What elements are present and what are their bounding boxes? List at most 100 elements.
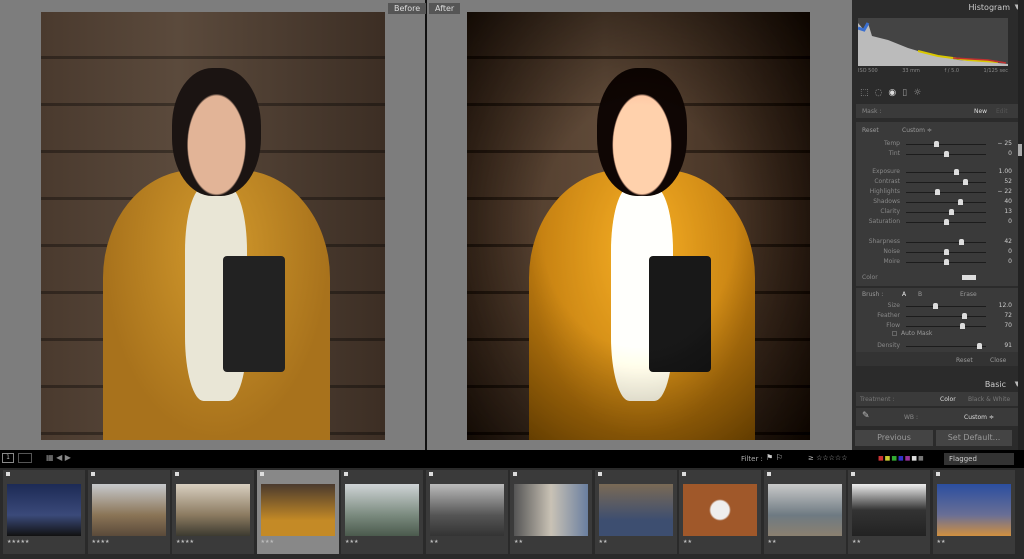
slider-thumb[interactable] xyxy=(944,151,949,157)
slider-thumb[interactable] xyxy=(963,179,969,185)
slider-thumb[interactable] xyxy=(960,323,965,329)
wb-dropdown[interactable]: Custom ≑ xyxy=(964,414,994,421)
filmstrip-thumbnail[interactable]: ★★★ xyxy=(341,470,423,554)
slider-value[interactable]: 52 xyxy=(1004,178,1012,185)
slider-contrast[interactable]: Contrast 52 xyxy=(856,178,1018,188)
slider-value[interactable]: 12.0 xyxy=(999,302,1012,309)
flag-icon[interactable] xyxy=(175,472,179,476)
thumbnail-rating[interactable]: ★★★ xyxy=(261,539,274,545)
thumbnail-rating[interactable]: ★★ xyxy=(852,539,861,545)
slider-thumb[interactable] xyxy=(932,303,938,309)
after-photo[interactable] xyxy=(467,12,810,440)
filmstrip-thumbnail[interactable]: ★★ xyxy=(679,470,761,554)
effect-reset[interactable]: Reset xyxy=(862,127,879,134)
filmstrip-thumbnail[interactable]: ★★ xyxy=(763,470,846,554)
filmstrip-thumbnail[interactable]: ★★ xyxy=(848,470,930,554)
thumbnail-rating[interactable]: ★★★★★ xyxy=(7,539,29,545)
slider-thumb[interactable] xyxy=(976,343,982,349)
slider-temp[interactable]: Temp − 25 xyxy=(856,140,1018,150)
slider-track[interactable] xyxy=(906,249,986,255)
thumbnail-rating[interactable]: ★★ xyxy=(768,539,777,545)
color-label-filter[interactable]: ■■■■■■■ xyxy=(878,455,925,462)
thumbnail-rating[interactable]: ★★ xyxy=(430,539,439,545)
graduated-filter-icon[interactable]: ▯ xyxy=(902,88,913,98)
brush-a-button[interactable]: A xyxy=(902,291,906,298)
slider-track[interactable] xyxy=(906,219,986,225)
flag-icon[interactable] xyxy=(935,472,940,476)
slider-thumb[interactable] xyxy=(944,249,949,255)
slider-value[interactable]: 42 xyxy=(1004,238,1012,245)
slider-highlights[interactable]: Highlights − 22 xyxy=(856,188,1018,198)
filmstrip-thumbnail[interactable]: ★★★★ xyxy=(172,470,254,554)
thumbnail-rating[interactable]: ★★ xyxy=(599,539,608,545)
filmstrip-thumbnail[interactable]: ★★ xyxy=(932,470,1015,554)
thumbnail-rating[interactable]: ★★ xyxy=(514,539,523,545)
flag-icon[interactable] xyxy=(682,472,686,476)
flag-icon[interactable] xyxy=(597,472,602,476)
slider-track[interactable] xyxy=(906,199,986,205)
brush-b-button[interactable]: B xyxy=(918,291,922,298)
flag-icon[interactable] xyxy=(344,472,348,476)
flag-icon[interactable] xyxy=(851,472,855,476)
filmstrip-thumbnail[interactable]: ★★ xyxy=(594,470,677,554)
slider-value[interactable]: 70 xyxy=(1004,322,1012,329)
slider-thumb[interactable] xyxy=(935,189,941,195)
slider-value[interactable]: 40 xyxy=(1004,198,1012,205)
slider-thumb[interactable] xyxy=(961,313,967,319)
thumbnail-rating[interactable]: ★★★★ xyxy=(92,539,110,545)
brush-density-slider[interactable]: Density 91 xyxy=(856,342,1018,352)
flag-icon[interactable] xyxy=(513,472,517,476)
mask-new-button[interactable]: New xyxy=(974,108,987,115)
grid-icon[interactable]: ▦ ◀ ▶ xyxy=(46,453,71,462)
rating-filter[interactable]: ≥ ☆☆☆☆☆ xyxy=(808,454,847,462)
brush-size-slider[interactable]: Size 12.0 xyxy=(856,302,1018,312)
previous-button[interactable]: Previous xyxy=(855,430,933,446)
slider-noise[interactable]: Noise 0 xyxy=(856,248,1018,258)
slider-clarity[interactable]: Clarity 13 xyxy=(856,208,1018,218)
color-swatch[interactable] xyxy=(962,275,976,280)
crop-tool-icon[interactable]: ⬚ xyxy=(860,88,875,98)
slider-track[interactable] xyxy=(906,209,986,215)
filmstrip-thumbnail[interactable]: ★★★ xyxy=(256,470,339,554)
slider-value[interactable]: 0 xyxy=(1008,218,1012,225)
thumbnail-rating[interactable]: ★★★ xyxy=(345,539,358,545)
slider-value[interactable]: 13 xyxy=(1004,208,1012,215)
brush-erase-button[interactable]: Erase xyxy=(960,291,977,298)
adjustment-brush-icon[interactable]: ☼ xyxy=(913,88,927,98)
flag-icon[interactable] xyxy=(766,472,771,476)
mask-edit-button[interactable]: Edit xyxy=(996,108,1008,115)
slider-moire[interactable]: Moire 0 xyxy=(856,258,1018,268)
set-default-button[interactable]: Set Default... xyxy=(936,430,1012,446)
filmstrip-thumbnail[interactable]: ★★ xyxy=(510,470,592,554)
slider-track[interactable] xyxy=(906,323,986,329)
slider-tint[interactable]: Tint 0 xyxy=(856,150,1018,160)
slider-track[interactable] xyxy=(906,313,986,319)
slider-value[interactable]: 91 xyxy=(1004,342,1012,349)
thumbnail-rating[interactable]: ★★★★ xyxy=(176,539,194,545)
slider-exposure[interactable]: Exposure 1.00 xyxy=(856,168,1018,178)
brush-flow-slider[interactable]: Flow 70 xyxy=(856,322,1018,332)
slider-thumb[interactable] xyxy=(944,219,949,225)
slider-thumb[interactable] xyxy=(958,199,964,205)
window-1-button[interactable]: 1 xyxy=(2,453,14,463)
slider-sharpness[interactable]: Sharpness 42 xyxy=(856,238,1018,248)
slider-value[interactable]: − 22 xyxy=(997,188,1012,195)
treatment-color[interactable]: Color xyxy=(940,396,956,403)
panel-scrollbar[interactable] xyxy=(1018,0,1024,450)
slider-value[interactable]: 0 xyxy=(1008,150,1012,157)
thumbnail-rating[interactable]: ★★ xyxy=(683,539,692,545)
brush-reset-button[interactable]: Reset xyxy=(956,357,973,364)
flag-icon[interactable] xyxy=(428,472,433,476)
filmstrip-thumbnail[interactable]: ★★★★★ xyxy=(3,470,85,554)
slider-thumb[interactable] xyxy=(934,141,940,147)
slider-track[interactable] xyxy=(906,343,986,349)
brush-close-button[interactable]: Close xyxy=(990,357,1006,364)
effect-preset-dropdown[interactable]: Custom ≑ xyxy=(902,127,932,134)
slider-value[interactable]: 1.00 xyxy=(999,168,1012,175)
slider-value[interactable]: 0 xyxy=(1008,248,1012,255)
slider-thumb[interactable] xyxy=(959,239,965,245)
red-eye-icon[interactable]: ◉ xyxy=(888,88,902,98)
slider-saturation[interactable]: Saturation 0 xyxy=(856,218,1018,228)
slider-thumb[interactable] xyxy=(953,169,959,175)
spot-removal-icon[interactable]: ◌ xyxy=(875,88,889,98)
